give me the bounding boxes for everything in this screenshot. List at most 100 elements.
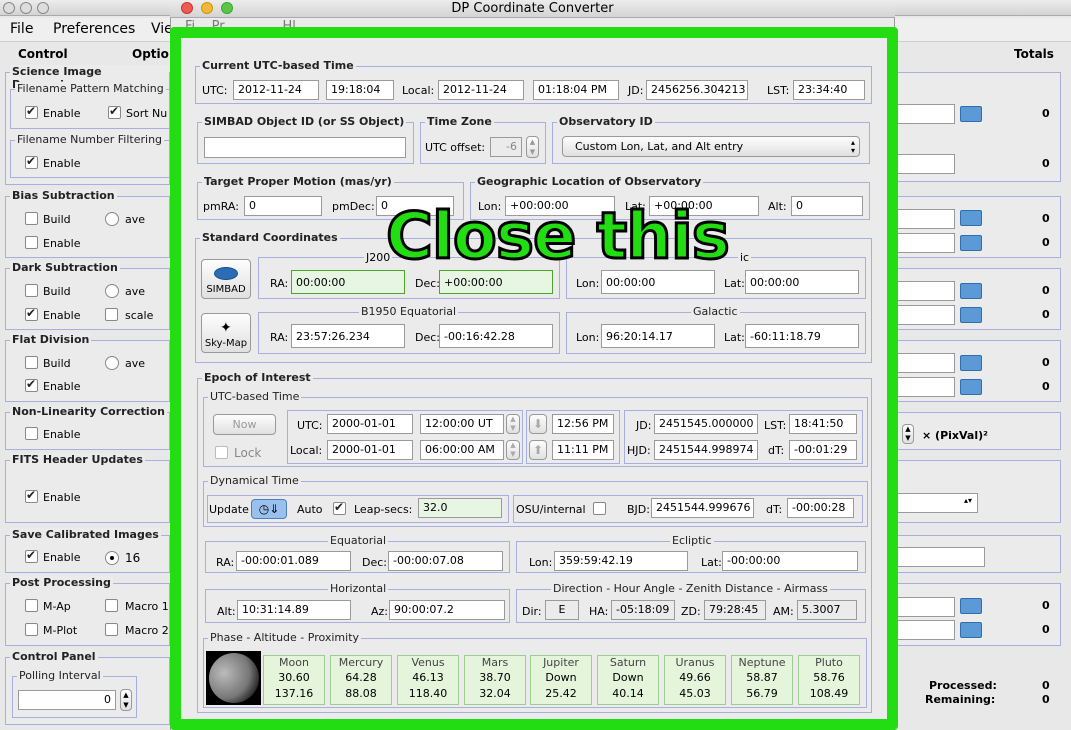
converter-close-button[interactable]: [181, 2, 193, 14]
folder-icon[interactable]: [960, 598, 982, 614]
epoch-lat-input[interactable]: -00:00:00: [722, 551, 858, 571]
altitude-input[interactable]: 10:31:14.89: [237, 600, 351, 620]
bias-ave-radio[interactable]: [105, 212, 119, 226]
geo-alt-input[interactable]: 0: [791, 196, 863, 216]
epoch-utc-date[interactable]: 2000-01-01: [327, 414, 413, 434]
epoch-hjd[interactable]: 2451544.998974: [654, 440, 758, 460]
now-button[interactable]: Now: [213, 414, 276, 435]
epoch-utc-time[interactable]: 12:00:00 UT: [420, 414, 504, 434]
utc-offset-stepper[interactable]: ▲ ▼: [526, 136, 539, 158]
b1950-ra-input[interactable]: 23:57:26.234: [291, 324, 405, 348]
right-input-post1[interactable]: [895, 597, 955, 617]
bias-build-checkbox[interactable]: [25, 212, 38, 225]
fits-enable-checkbox[interactable]: [25, 488, 38, 503]
simbad-object-input[interactable]: [204, 137, 406, 158]
close-window-button[interactable]: [3, 2, 15, 14]
dark-build-checkbox[interactable]: [25, 284, 38, 297]
clock-update-icon[interactable]: ◷⇓: [251, 499, 287, 519]
auto-checkbox[interactable]: [333, 500, 346, 515]
epoch-dec-input[interactable]: -00:00:07.08: [388, 551, 503, 571]
leap-secs-input[interactable]: 32.0: [418, 498, 502, 518]
polling-stepper[interactable]: ▲ ▼: [120, 689, 132, 711]
folder-icon[interactable]: [960, 106, 982, 122]
dark-enable-checkbox[interactable]: [25, 306, 38, 321]
right-input-flat2[interactable]: [895, 377, 955, 397]
osu-checkbox[interactable]: [593, 502, 606, 515]
right-input-bias2[interactable]: [895, 233, 955, 253]
b1950-dec-input[interactable]: -00:16:42.28: [439, 324, 553, 348]
simbad-button[interactable]: SIMBAD: [201, 259, 251, 299]
pix-stepper[interactable]: ▲ ▼: [902, 424, 914, 444]
bjd-input[interactable]: 2451544.999676: [651, 498, 754, 518]
galactic-lat-input[interactable]: -60:11:18.79: [745, 324, 859, 348]
epoch-lon-input[interactable]: 359:59:42.19: [554, 551, 688, 571]
right-input-flat[interactable]: [895, 353, 955, 373]
menu-file[interactable]: File: [10, 21, 33, 37]
event-time-2[interactable]: 11:11 PM: [552, 440, 614, 460]
galactic-lon-input[interactable]: 96:20:14.17: [601, 324, 715, 348]
current-lst[interactable]: 23:34:40: [793, 80, 865, 100]
epoch-local-time[interactable]: 06:00:00 AM: [420, 440, 504, 460]
lock-checkbox[interactable]: [215, 446, 228, 459]
dark-ave-radio[interactable]: [105, 284, 119, 298]
pmra-input[interactable]: 0: [244, 196, 322, 216]
folder-icon[interactable]: [960, 235, 982, 251]
bias-enable-checkbox[interactable]: [25, 236, 38, 249]
current-utc-date[interactable]: 2012-11-24: [233, 80, 319, 100]
macro2-checkbox[interactable]: [105, 623, 118, 636]
down-arrow-icon[interactable]: ⬇: [529, 414, 547, 434]
observatory-select[interactable]: Custom Lon, Lat, and Alt entry ▴ ▾: [562, 136, 860, 157]
map-checkbox[interactable]: [25, 599, 38, 612]
polling-interval-input[interactable]: 0: [18, 690, 116, 710]
ecliptic-lat-input[interactable]: 00:00:00: [745, 270, 859, 294]
utc-time-stepper[interactable]: ▲ ▼: [506, 414, 520, 434]
folder-icon[interactable]: [960, 379, 982, 395]
right-input-dark[interactable]: [895, 281, 955, 301]
epoch-local-date[interactable]: 2000-01-01: [327, 440, 413, 460]
up-arrow-icon[interactable]: ⬆: [529, 440, 547, 460]
dyn-dt-input[interactable]: -00:00:28: [787, 498, 854, 518]
direction-value[interactable]: E: [545, 600, 579, 620]
current-utc-time[interactable]: 19:18:04: [326, 80, 394, 100]
folder-icon[interactable]: [960, 210, 982, 226]
epoch-jd[interactable]: 2451545.000000: [654, 414, 758, 434]
zoom-window-button[interactable]: [37, 2, 49, 14]
right-input-1[interactable]: [895, 104, 955, 124]
current-jd[interactable]: 2456256.304213: [646, 80, 748, 100]
minimize-window-button[interactable]: [20, 2, 32, 14]
flat-ave-radio[interactable]: [105, 356, 119, 370]
folder-icon[interactable]: [960, 283, 982, 299]
folder-icon[interactable]: [960, 307, 982, 323]
event-time-1[interactable]: 12:56 PM: [552, 414, 614, 434]
airmass-value[interactable]: 5.3007: [797, 600, 857, 620]
converter-zoom-button[interactable]: [221, 2, 233, 14]
right-input-post2[interactable]: [895, 620, 955, 640]
epoch-dt[interactable]: -00:01:29: [789, 440, 857, 460]
azimuth-input[interactable]: 90:00:07.2: [389, 600, 505, 620]
science-enable-checkbox[interactable]: [25, 104, 38, 119]
current-local-time[interactable]: 01:18:04 PM: [533, 80, 619, 100]
folder-icon[interactable]: [960, 622, 982, 638]
hour-angle-value[interactable]: -05:18:09: [611, 600, 675, 620]
local-time-stepper[interactable]: ▲ ▼: [506, 440, 520, 460]
epoch-ra-input[interactable]: -00:00:01.089: [236, 551, 351, 571]
current-local-date[interactable]: 2012-11-24: [438, 80, 524, 100]
epoch-lst[interactable]: 18:41:50: [789, 414, 857, 434]
nonlin-enable-checkbox[interactable]: [25, 427, 38, 440]
flat-enable-checkbox[interactable]: [25, 377, 38, 392]
flat-build-checkbox[interactable]: [25, 356, 38, 369]
folder-icon[interactable]: [960, 355, 982, 371]
right-input-dark2[interactable]: [895, 305, 955, 325]
dark-scale-checkbox[interactable]: [105, 308, 118, 321]
macro1-checkbox[interactable]: [105, 599, 118, 612]
save-enable-checkbox[interactable]: [25, 548, 38, 563]
number-filter-enable-checkbox[interactable]: [25, 154, 38, 169]
zenith-distance-value[interactable]: 79:28:45: [704, 600, 766, 620]
converter-minimize-button[interactable]: [201, 2, 213, 14]
right-input-save[interactable]: [895, 547, 985, 567]
menu-preferences[interactable]: Preferences: [53, 21, 135, 37]
sort-num-checkbox[interactable]: [108, 104, 121, 119]
utc-offset-input[interactable]: -6: [490, 137, 522, 157]
right-input-bias[interactable]: [895, 209, 955, 229]
right-input-2[interactable]: [895, 154, 955, 174]
